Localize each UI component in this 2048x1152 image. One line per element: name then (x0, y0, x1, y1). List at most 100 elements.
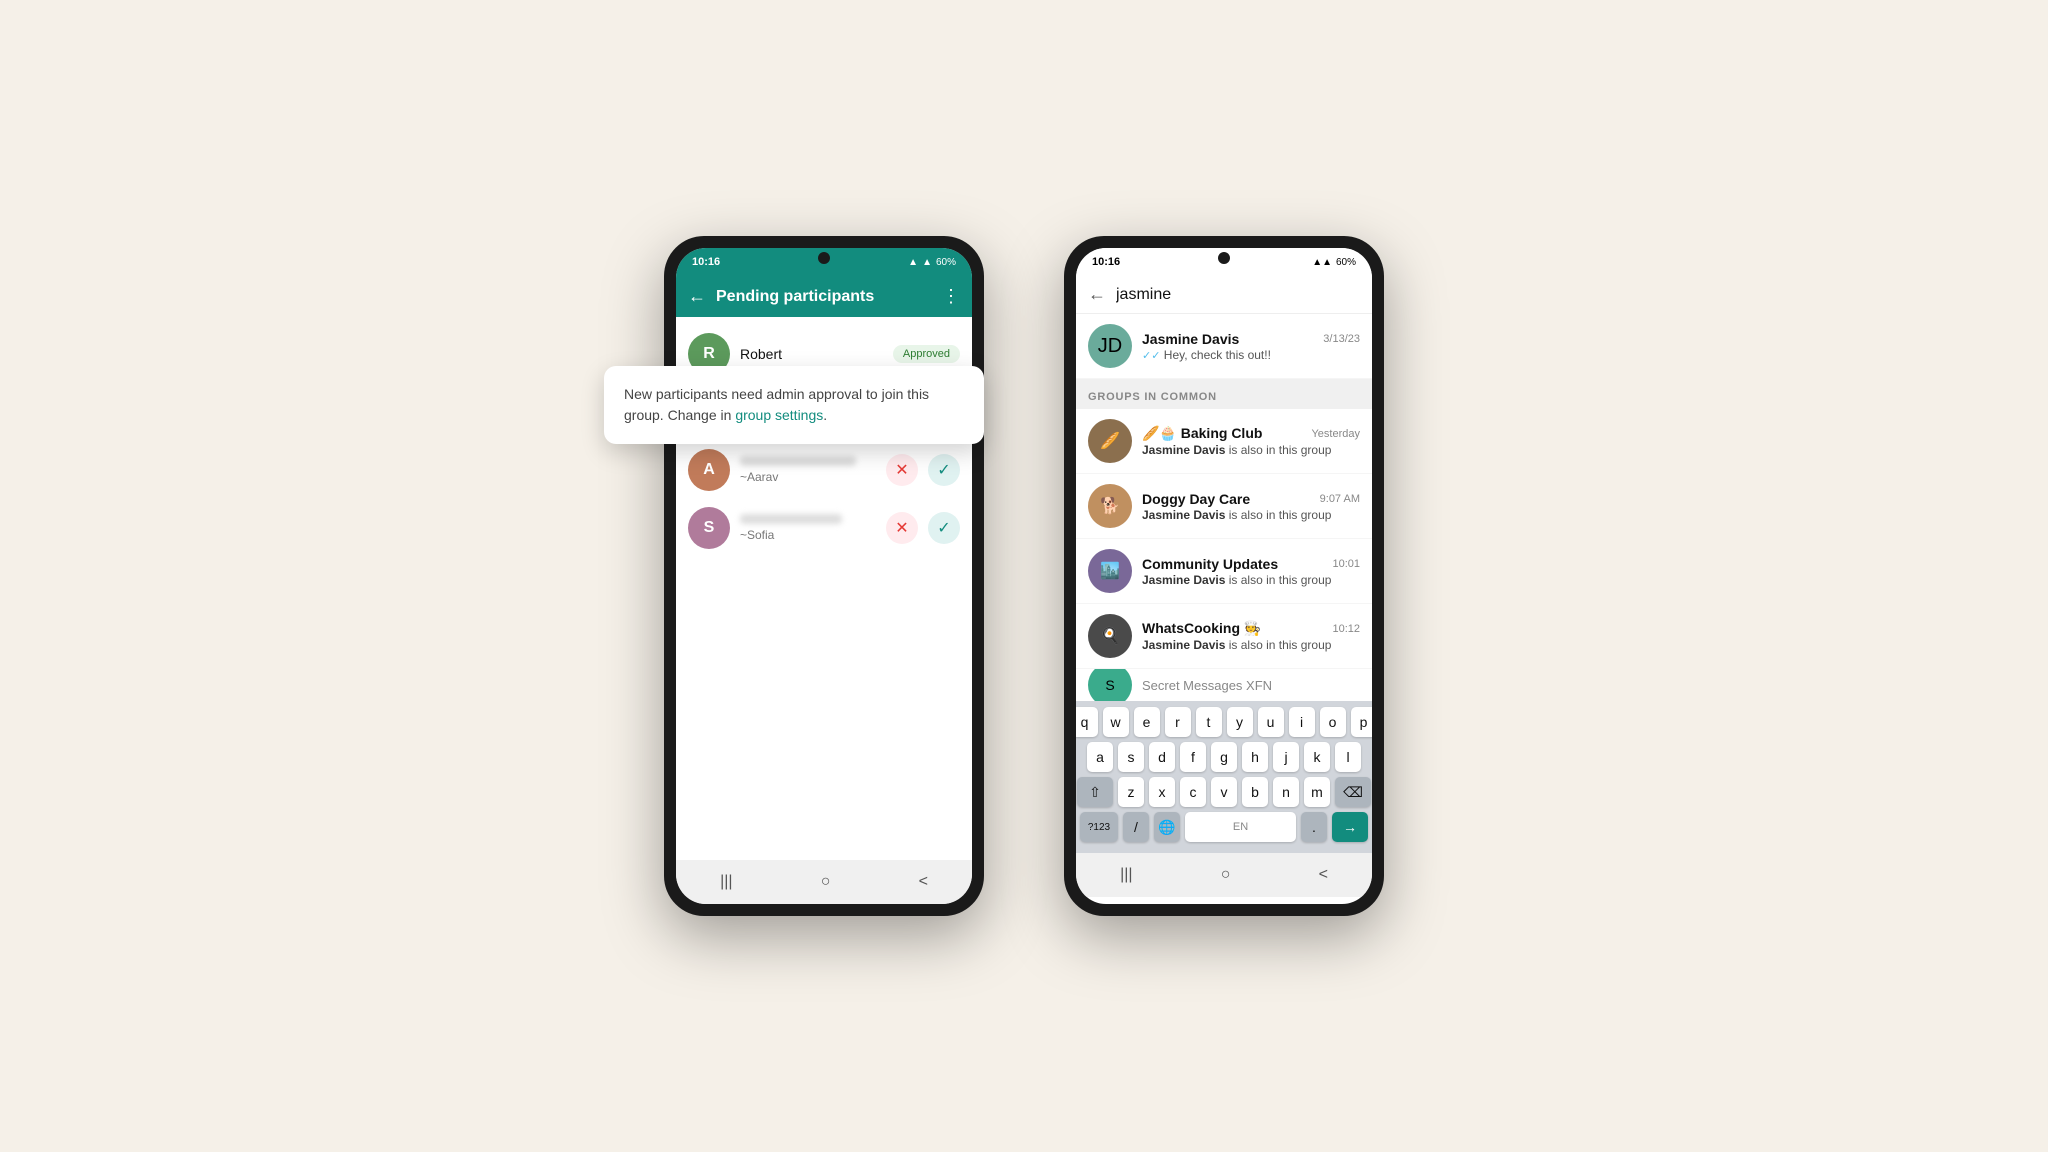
baking-club-top: 🥖🧁 Baking Club Yesterday (1142, 425, 1360, 442)
key-l[interactable]: l (1335, 742, 1361, 772)
blurred-name-sofia (740, 514, 842, 524)
back-nav-1[interactable]: < (919, 873, 928, 891)
home-nav-2[interactable]: ○ (1221, 866, 1231, 884)
key-t[interactable]: t (1196, 707, 1222, 737)
group-partial: S Secret Messages XFN (1076, 669, 1372, 701)
key-y[interactable]: y (1227, 707, 1253, 737)
keyboard-row-4: ?123 / 🌐 EN . → (1080, 812, 1368, 842)
key-f[interactable]: f (1180, 742, 1206, 772)
home-nav-1[interactable]: ○ (821, 873, 831, 891)
camera-notch-1 (818, 252, 830, 264)
key-backspace[interactable]: ⌫ (1335, 777, 1371, 807)
participant-name-area-robert: Robert (740, 346, 883, 362)
signal-icon-2: ▲▲ (1312, 257, 1332, 268)
recents-nav-2[interactable]: ||| (1120, 866, 1132, 884)
groups-in-common-header: GROUPS IN COMMON (1076, 379, 1372, 409)
recents-nav-1[interactable]: ||| (720, 873, 732, 891)
participant-name-aarav: ~Aarav (740, 470, 876, 484)
key-send[interactable]: → (1332, 812, 1368, 842)
community-updates-sender: Jasmine Davis (1142, 573, 1225, 587)
baking-club-sub-suffix: is also in this group (1225, 443, 1331, 457)
key-e[interactable]: e (1134, 707, 1160, 737)
key-slash[interactable]: / (1123, 812, 1149, 842)
whats-cooking-sender: Jasmine Davis (1142, 638, 1225, 652)
doggy-day-care-name: Doggy Day Care (1142, 491, 1250, 507)
keyboard-row-2: a s d f g h j k l (1080, 742, 1368, 772)
search-header: ← (1076, 276, 1372, 314)
key-c[interactable]: c (1180, 777, 1206, 807)
doggy-day-care-content: Doggy Day Care 9:07 AM Jasmine Davis is … (1142, 491, 1360, 522)
key-b[interactable]: b (1242, 777, 1268, 807)
doggy-day-care-sub: Jasmine Davis is also in this group (1142, 508, 1360, 522)
chat-jasmine-content: Jasmine Davis 3/13/23 ✓✓ Hey, check this… (1142, 331, 1360, 362)
key-s[interactable]: s (1118, 742, 1144, 772)
participant-name-robert: Robert (740, 346, 883, 362)
community-updates-content: Community Updates 10:01 Jasmine Davis is… (1142, 556, 1360, 587)
avatar-baking-club: 🥖 (1088, 419, 1132, 463)
key-j[interactable]: j (1273, 742, 1299, 772)
badge-approved-robert: Approved (893, 345, 960, 363)
avatar-partial: S (1088, 669, 1132, 701)
key-p[interactable]: p (1351, 707, 1373, 737)
read-receipt-icon: ✓✓ (1142, 350, 1160, 362)
key-space[interactable]: EN (1185, 812, 1296, 842)
key-k[interactable]: k (1304, 742, 1330, 772)
avatar-aarav: A (688, 449, 730, 491)
approve-button-sofia[interactable]: ✓ (928, 512, 960, 544)
chat-jasmine-name: Jasmine Davis (1142, 331, 1239, 347)
back-nav-2[interactable]: < (1319, 866, 1328, 884)
phone-1-screen: 10:16 ▲ ▲ 60% ← Pending participants ⋮ R… (676, 248, 972, 904)
status-icons-2: ▲▲ 60% (1312, 257, 1356, 268)
nav-bar-2: ||| ○ < (1076, 853, 1372, 897)
key-globe[interactable]: 🌐 (1154, 812, 1180, 842)
key-v[interactable]: v (1211, 777, 1237, 807)
baking-club-content: 🥖🧁 Baking Club Yesterday Jasmine Davis i… (1142, 425, 1360, 457)
key-r[interactable]: r (1165, 707, 1191, 737)
key-shift[interactable]: ⇧ (1077, 777, 1113, 807)
tooltip-link[interactable]: group settings (735, 407, 823, 423)
chat-jasmine-top: Jasmine Davis 3/13/23 (1142, 331, 1360, 347)
community-updates-suffix: is also in this group (1225, 573, 1331, 587)
key-x[interactable]: x (1149, 777, 1175, 807)
community-updates-top: Community Updates 10:01 (1142, 556, 1360, 572)
key-g[interactable]: g (1211, 742, 1237, 772)
approve-button-aarav[interactable]: ✓ (928, 454, 960, 486)
more-button-1[interactable]: ⋮ (942, 286, 960, 307)
reject-button-sofia[interactable]: ✕ (886, 512, 918, 544)
participant-name-sofia: ~Sofia (740, 528, 876, 542)
community-updates-name: Community Updates (1142, 556, 1278, 572)
key-n[interactable]: n (1273, 777, 1299, 807)
group-community-updates[interactable]: 🏙️ Community Updates 10:01 Jasmine Davis… (1076, 539, 1372, 604)
key-u[interactable]: u (1258, 707, 1284, 737)
key-h[interactable]: h (1242, 742, 1268, 772)
search-input[interactable] (1116, 286, 1360, 304)
key-123[interactable]: ?123 (1080, 812, 1118, 842)
whats-cooking-sub: Jasmine Davis is also in this group (1142, 638, 1360, 652)
doggy-day-care-time: 9:07 AM (1320, 493, 1360, 505)
baking-club-name: 🥖🧁 Baking Club (1142, 425, 1262, 442)
key-o[interactable]: o (1320, 707, 1346, 737)
reject-button-aarav[interactable]: ✕ (886, 454, 918, 486)
key-d[interactable]: d (1149, 742, 1175, 772)
chat-jasmine-davis[interactable]: JD Jasmine Davis 3/13/23 ✓✓ Hey, check t… (1076, 314, 1372, 379)
key-w[interactable]: w (1103, 707, 1129, 737)
avatar-doggy-day-care: 🐕 (1088, 484, 1132, 528)
key-period[interactable]: . (1301, 812, 1327, 842)
key-i[interactable]: i (1289, 707, 1315, 737)
back-button-1[interactable]: ← (688, 286, 706, 307)
key-q[interactable]: q (1076, 707, 1098, 737)
key-a[interactable]: a (1087, 742, 1113, 772)
group-whats-cooking[interactable]: 🍳 WhatsCooking 🧑‍🍳 10:12 Jasmine Davis i… (1076, 604, 1372, 669)
group-baking-club[interactable]: 🥖 🥖🧁 Baking Club Yesterday Jasmine Davis… (1076, 409, 1372, 474)
baking-club-sender: Jasmine Davis (1142, 443, 1225, 457)
baking-club-time: Yesterday (1311, 428, 1360, 440)
participant-name-area-aarav: ~Aarav (740, 456, 876, 484)
chat-jasmine-message: Hey, check this out!! (1164, 348, 1271, 362)
back-button-2[interactable]: ← (1088, 284, 1106, 305)
phone-2-screen: 10:16 ▲▲ 60% ← JD Jasmine Davis 3/13/23 … (1076, 248, 1372, 904)
key-z[interactable]: z (1118, 777, 1144, 807)
nav-bar-1: ||| ○ < (676, 860, 972, 904)
group-doggy-day-care[interactable]: 🐕 Doggy Day Care 9:07 AM Jasmine Davis i… (1076, 474, 1372, 539)
avatar-sofia: S (688, 507, 730, 549)
key-m[interactable]: m (1304, 777, 1330, 807)
